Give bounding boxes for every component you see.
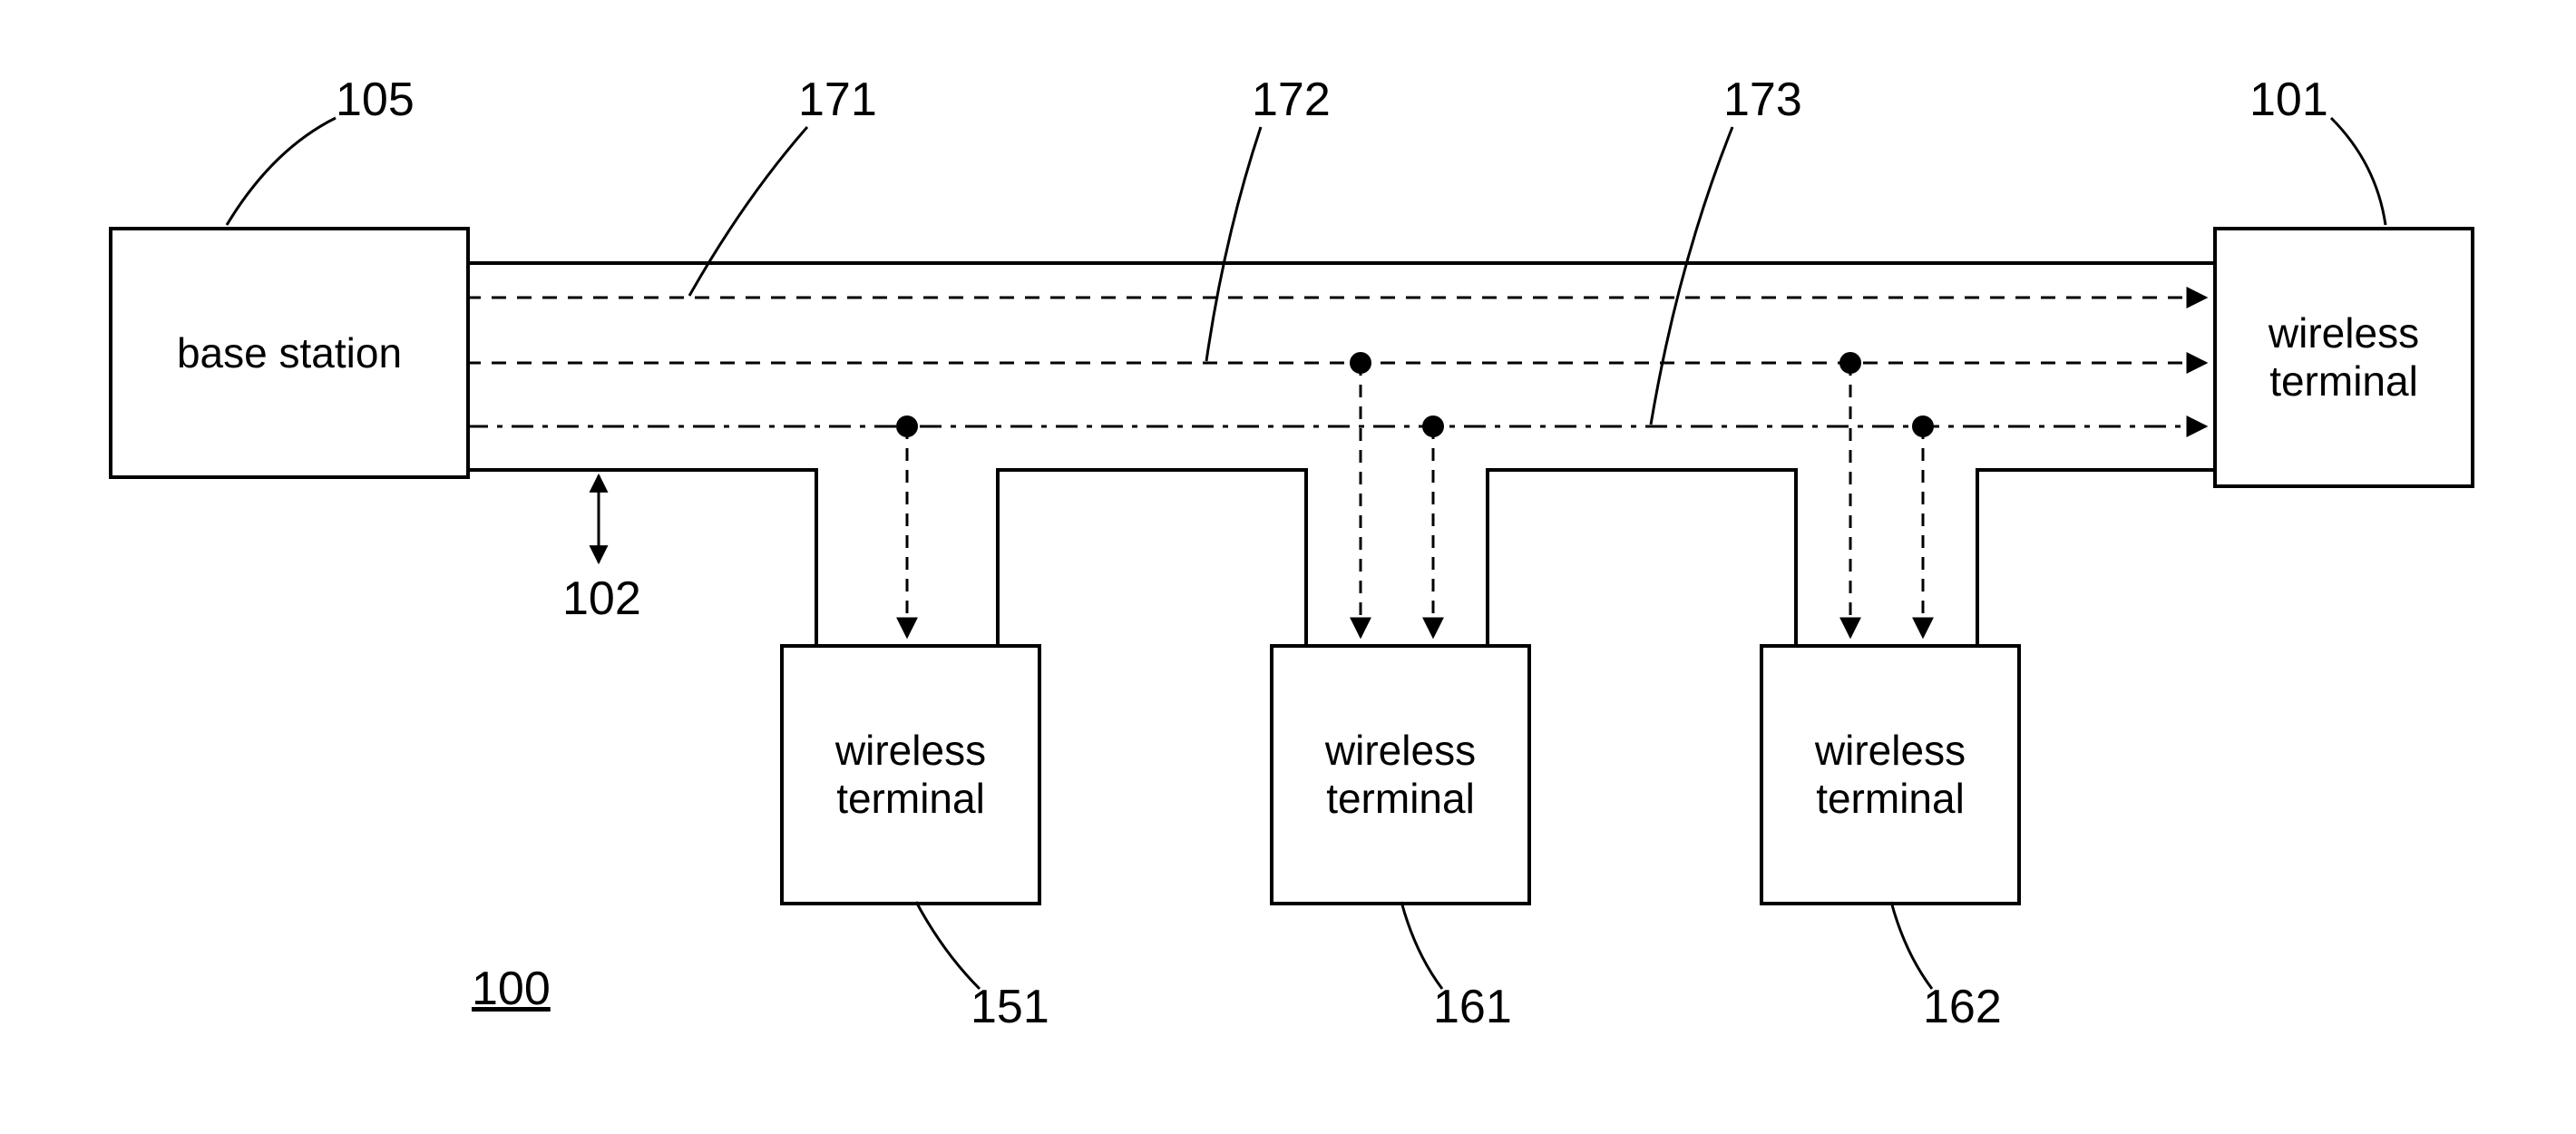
ref-151: 151 [971,980,1049,1034]
bus-bottom-seg-3 [1488,470,1796,644]
leader-171 [689,127,807,296]
diagram-canvas: base station wireless terminal wireless … [0,0,2576,1134]
leader-151 [916,902,980,989]
leader-161 [1401,902,1442,989]
leader-162 [1891,902,1932,989]
connections-overlay [0,0,2576,1134]
bus-bottom-seg-2 [998,470,1306,644]
leader-101 [2331,118,2386,225]
ref-102: 102 [562,572,641,626]
leader-172 [1206,127,1261,361]
ref-171: 171 [798,73,877,127]
ref-161: 161 [1433,980,1512,1034]
ref-172: 172 [1252,73,1331,127]
leader-173 [1651,127,1732,425]
ref-105: 105 [336,73,415,127]
ref-101: 101 [2249,73,2328,127]
ref-162: 162 [1923,980,2002,1034]
ref-100: 100 [472,962,551,1016]
leader-105 [227,118,336,225]
bus-bottom-seg-1 [466,470,816,644]
ref-173: 173 [1723,73,1802,127]
bus-bottom-seg-4 [1977,470,2213,644]
